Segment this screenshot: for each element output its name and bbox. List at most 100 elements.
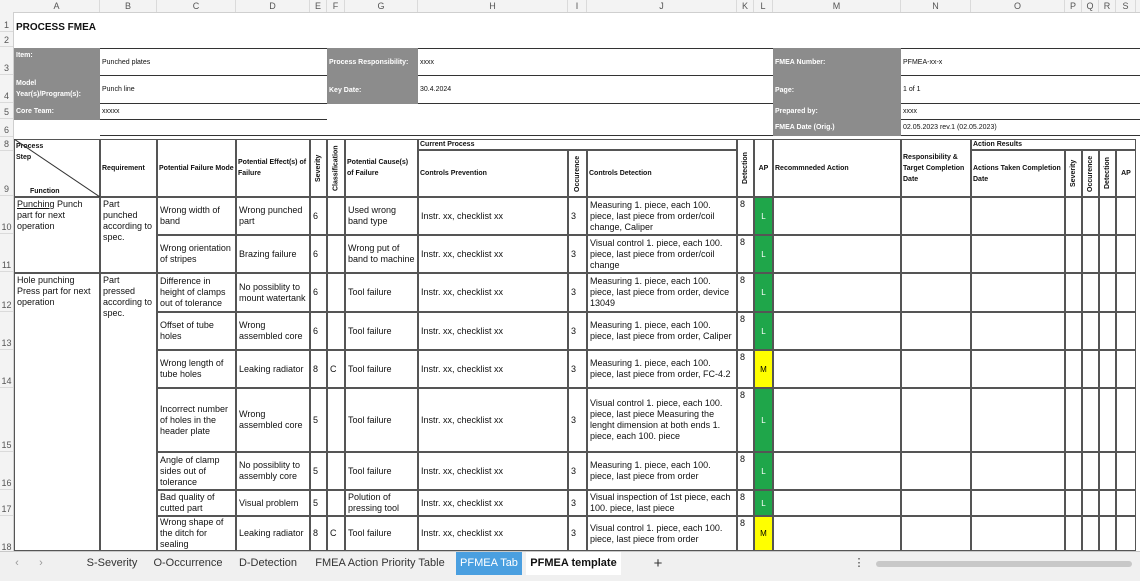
recommended-action-cell[interactable] — [773, 452, 901, 490]
detection-control-cell[interactable]: Measuring 1. piece, each 100. piece, las… — [587, 312, 737, 350]
row-header[interactable]: 12 — [0, 272, 13, 312]
severity-result-cell[interactable] — [1065, 197, 1082, 235]
classification-cell[interactable] — [327, 452, 345, 490]
actions-taken-cell[interactable] — [971, 235, 1065, 273]
detection-cell[interactable]: 8 — [737, 452, 754, 490]
ap-result-cell[interactable] — [1116, 516, 1136, 551]
detection-cell[interactable]: 8 — [737, 197, 754, 235]
occurence-cell[interactable]: 3 — [568, 197, 587, 235]
prev-sheet-arrow-icon[interactable]: ‹ — [8, 552, 26, 575]
recommended-action-cell[interactable] — [773, 312, 901, 350]
responsibility-cell[interactable] — [901, 388, 971, 452]
actions-taken-cell[interactable] — [971, 452, 1065, 490]
severity-cell[interactable]: 6 — [310, 273, 327, 312]
detection-control-cell[interactable]: Measuring 1. piece, each 100. piece, las… — [587, 350, 737, 388]
column-header[interactable]: L — [754, 0, 773, 12]
process-step-cell[interactable]: Hole punching Press part for next operat… — [14, 273, 100, 551]
requirement-cell[interactable]: Part punched according to spec. — [100, 197, 157, 273]
process-step-cell[interactable]: Punching Punch part for next operation — [14, 197, 100, 273]
ap-result-cell[interactable] — [1116, 350, 1136, 388]
cause-cell[interactable]: Tool failure — [345, 273, 418, 312]
ap-cell[interactable]: L — [754, 312, 773, 350]
fmea-date-value[interactable]: 02.05.2023 rev.1 (02.05.2023) — [901, 120, 1140, 136]
severity-result-cell[interactable] — [1065, 452, 1082, 490]
occurence-result-cell[interactable] — [1082, 452, 1099, 490]
cause-cell[interactable]: Tool failure — [345, 312, 418, 350]
severity-result-cell[interactable] — [1065, 350, 1082, 388]
occurence-result-cell[interactable] — [1082, 273, 1099, 312]
effect-cell[interactable]: Wrong assembled core — [236, 312, 310, 350]
classification-cell[interactable] — [327, 273, 345, 312]
occurence-cell[interactable]: 3 — [568, 350, 587, 388]
failure-mode-cell[interactable]: Wrong length of tube holes — [157, 350, 236, 388]
responsibility-cell[interactable] — [901, 516, 971, 551]
row-header[interactable]: 13 — [0, 312, 13, 350]
responsibility-cell[interactable] — [901, 452, 971, 490]
actions-taken-cell[interactable] — [971, 350, 1065, 388]
severity-cell[interactable]: 5 — [310, 452, 327, 490]
detection-result-cell[interactable] — [1099, 273, 1116, 312]
row-header[interactable]: 3 — [0, 47, 13, 75]
occurence-cell[interactable]: 3 — [568, 388, 587, 452]
spreadsheet-grid[interactable]: A B C D E F G H I J K L M N O P Q R S 1 … — [0, 0, 1140, 551]
ap-cell[interactable]: L — [754, 388, 773, 452]
recommended-action-cell[interactable] — [773, 235, 901, 273]
column-header[interactable]: Q — [1082, 0, 1099, 12]
detection-result-cell[interactable] — [1099, 452, 1116, 490]
occurence-cell[interactable]: 3 — [568, 452, 587, 490]
recommended-action-cell[interactable] — [773, 388, 901, 452]
failure-mode-cell[interactable]: Bad quality of cutted part — [157, 490, 236, 516]
key-date-value[interactable]: 30.4.2024 — [418, 76, 773, 104]
prevention-cell[interactable]: Instr. xx, checklist xx — [418, 235, 568, 273]
severity-cell[interactable]: 8 — [310, 350, 327, 388]
ap-cell[interactable]: L — [754, 490, 773, 516]
severity-result-cell[interactable] — [1065, 235, 1082, 273]
detection-result-cell[interactable] — [1099, 235, 1116, 273]
detection-cell[interactable]: 8 — [737, 312, 754, 350]
core-team-value[interactable]: xxxxx — [100, 104, 327, 120]
detection-result-cell[interactable] — [1099, 350, 1116, 388]
tab-s-severity[interactable]: S-Severity — [78, 552, 146, 575]
responsibility-cell[interactable] — [901, 197, 971, 235]
column-header[interactable]: O — [971, 0, 1065, 12]
fmea-number-value[interactable]: PFMEA-xx-x — [901, 48, 1140, 76]
cause-cell[interactable]: Tool failure — [345, 388, 418, 452]
prevention-cell[interactable]: Instr. xx, checklist xx — [418, 273, 568, 312]
cause-cell[interactable]: Used wrong band type — [345, 197, 418, 235]
recommended-action-cell[interactable] — [773, 516, 901, 551]
column-header[interactable]: P — [1065, 0, 1082, 12]
page-value[interactable]: 1 of 1 — [901, 76, 1140, 104]
recommended-action-cell[interactable] — [773, 197, 901, 235]
ap-cell[interactable]: L — [754, 452, 773, 490]
occurence-cell[interactable]: 3 — [568, 490, 587, 516]
column-header[interactable]: C — [157, 0, 236, 12]
ap-cell[interactable]: L — [754, 235, 773, 273]
cause-cell[interactable]: Tool failure — [345, 516, 418, 551]
detection-result-cell[interactable] — [1099, 490, 1116, 516]
add-sheet-icon[interactable]: + — [648, 552, 668, 575]
tab-d-detection[interactable]: D-Detection — [230, 552, 306, 575]
occurence-result-cell[interactable] — [1082, 490, 1099, 516]
occurence-cell[interactable]: 3 — [568, 516, 587, 551]
occurence-cell[interactable]: 3 — [568, 273, 587, 312]
cause-cell[interactable]: Wrong put of band to machine — [345, 235, 418, 273]
severity-result-cell[interactable] — [1065, 388, 1082, 452]
tab-pfmea-tab[interactable]: PFMEA Tab — [456, 552, 522, 575]
actions-taken-cell[interactable] — [971, 516, 1065, 551]
prevention-cell[interactable]: Instr. xx, checklist xx — [418, 516, 568, 551]
column-header[interactable]: D — [236, 0, 310, 12]
row-header[interactable]: 5 — [0, 103, 13, 119]
prevention-cell[interactable]: Instr. xx, checklist xx — [418, 452, 568, 490]
classification-cell[interactable] — [327, 490, 345, 516]
occurence-result-cell[interactable] — [1082, 516, 1099, 551]
row-header[interactable]: 6 — [0, 119, 13, 137]
recommended-action-cell[interactable] — [773, 350, 901, 388]
effect-cell[interactable]: Leaking radiator — [236, 516, 310, 551]
effect-cell[interactable]: Leaking radiator — [236, 350, 310, 388]
failure-mode-cell[interactable]: Incorrect number of holes in the header … — [157, 388, 236, 452]
failure-mode-cell[interactable]: Wrong shape of the ditch for sealing — [157, 516, 236, 551]
occurence-result-cell[interactable] — [1082, 312, 1099, 350]
column-header[interactable]: I — [568, 0, 587, 12]
effect-cell[interactable]: Wrong punched part — [236, 197, 310, 235]
failure-mode-cell[interactable]: Difference in height of clamps out of to… — [157, 273, 236, 312]
